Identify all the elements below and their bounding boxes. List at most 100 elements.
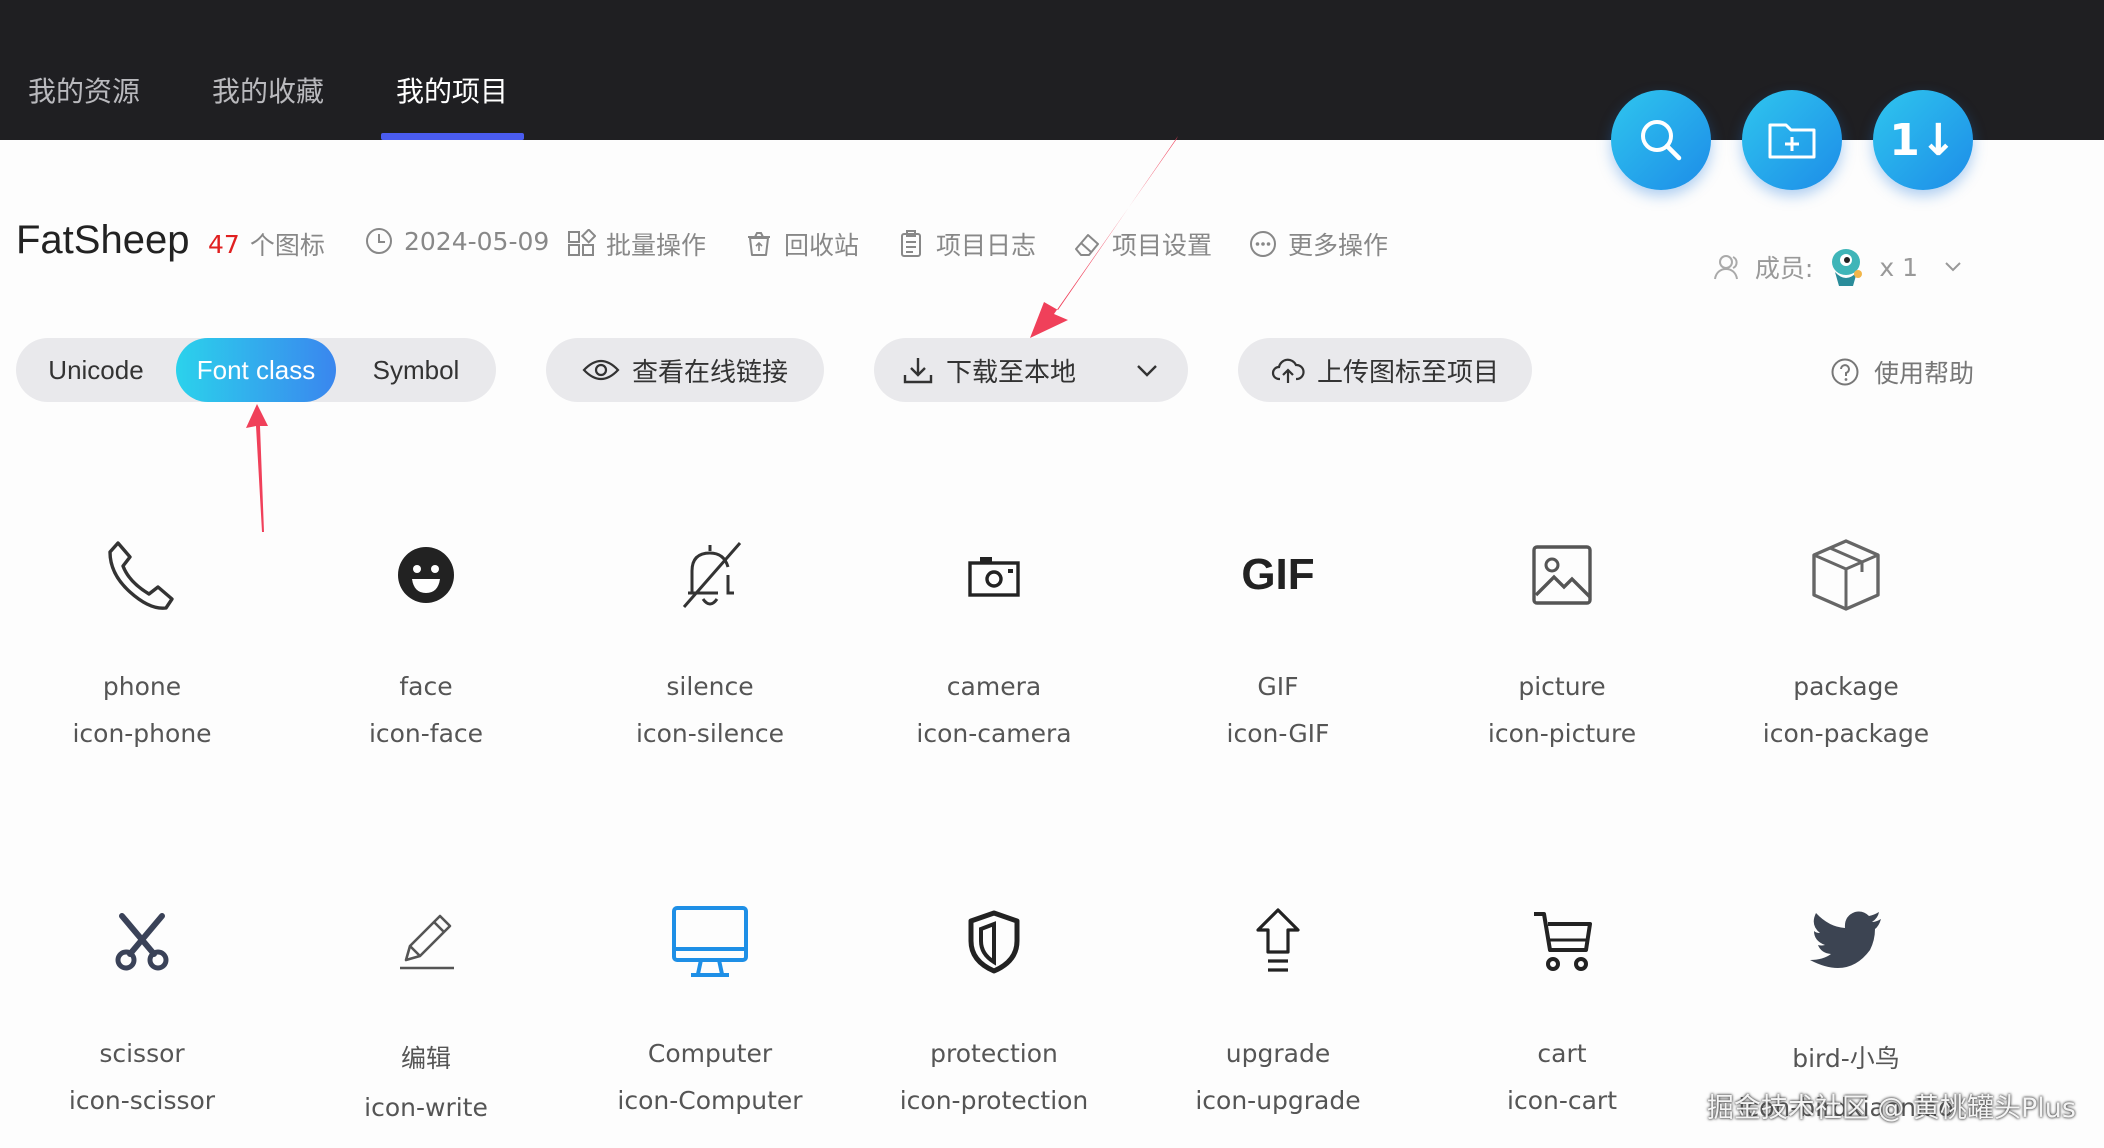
icon-card-silence[interactable]: silence icon-silence <box>568 530 852 748</box>
icon-card-face[interactable]: face icon-face <box>284 530 568 748</box>
more-actions-link[interactable]: 更多操作 <box>1248 226 1388 262</box>
new-project-button[interactable] <box>1742 90 1842 190</box>
scissor-icon <box>115 913 169 971</box>
download-local-label: 下载至本地 <box>945 357 1076 388</box>
tab-my-projects[interactable]: 我的项目 <box>396 70 508 110</box>
project-date: 2024-05-09 <box>364 226 549 256</box>
icon-name: picture <box>1518 672 1606 701</box>
eraser-icon <box>1075 234 1099 256</box>
icon-class: icon-Computer <box>617 1086 803 1115</box>
annotation-arrow-font-class <box>246 404 268 532</box>
view-online-links-button[interactable]: 查看在线链接 <box>546 338 824 402</box>
icon-card-picture[interactable]: picture icon-picture <box>1420 530 1704 748</box>
segment-font-class[interactable]: Font class <box>176 338 336 402</box>
grid-icon <box>568 229 596 256</box>
members-label: 成员: <box>1754 254 1814 283</box>
chevron-down-icon[interactable] <box>1942 256 1964 278</box>
project-title: FatSheep <box>16 218 190 262</box>
icon-card-scissor[interactable]: scissor icon-scissor <box>0 897 284 1115</box>
trash-icon <box>748 232 770 256</box>
recycle-bin-label: 回收站 <box>784 231 860 260</box>
icon-name: bird-小鸟 <box>1792 1044 1900 1073</box>
clipboard-icon <box>901 230 921 257</box>
project-settings-link[interactable]: 项目设置 <box>1072 226 1212 262</box>
icon-count-number: 47 <box>208 229 240 259</box>
icon-name: camera <box>946 672 1042 701</box>
icon-class: icon-silence <box>635 719 785 748</box>
icon-card-cart[interactable]: cart icon-cart <box>1420 897 1704 1115</box>
upload-icons-label: 上传图标至项目 <box>1316 357 1499 388</box>
download-icon <box>903 358 933 384</box>
icon-class: icon-protection <box>899 1086 1089 1115</box>
face-icon <box>398 547 454 603</box>
search-icon <box>1641 120 1682 161</box>
bird-icon <box>1810 911 1881 968</box>
icon-card-phone[interactable]: phone icon-phone <box>0 530 284 748</box>
tab-my-favorites[interactable]: 我的收藏 <box>212 70 324 110</box>
sort-button[interactable]: 1↓ <box>1873 90 1973 190</box>
icon-card-upgrade[interactable]: upgrade icon-upgrade <box>1136 897 1420 1115</box>
icon-class: icon-package <box>1762 719 1930 748</box>
icon-card-camera[interactable]: camera icon-camera <box>852 530 1136 748</box>
icon-name: phone <box>102 672 182 701</box>
icon-name: scissor <box>99 1039 185 1068</box>
avatar[interactable] <box>1825 244 1867 290</box>
camera-icon <box>968 557 1020 597</box>
icon-class: icon-scissor <box>68 1086 216 1115</box>
package-icon <box>1812 539 1880 611</box>
phone-icon <box>108 541 174 610</box>
icon-count: 47 个图标 <box>208 226 325 262</box>
tab-my-resources[interactable]: 我的资源 <box>28 70 140 110</box>
icon-class: icon-camera <box>916 719 1072 748</box>
icon-name: 编辑 <box>400 1044 451 1073</box>
project-log-label: 项目日志 <box>936 231 1037 260</box>
icon-name: silence <box>666 672 754 701</box>
code-format-switch: Unicode Font class Symbol <box>16 338 496 402</box>
project-log-link[interactable]: 项目日志 <box>896 226 1036 262</box>
cart-icon <box>1534 912 1592 971</box>
monitor-icon <box>672 906 748 977</box>
icon-count-suffix: 个图标 <box>249 231 325 260</box>
shield-icon <box>968 910 1020 974</box>
recycle-bin-link[interactable]: 回收站 <box>744 226 859 262</box>
icon-card-protection[interactable]: protection icon-protection <box>852 897 1136 1115</box>
search-button[interactable] <box>1611 90 1711 190</box>
upload-icons-button[interactable]: 上传图标至项目 <box>1238 338 1532 402</box>
pencil-icon <box>400 914 454 970</box>
icon-name: package <box>1793 672 1899 701</box>
sort-icon: 1↓ <box>1889 114 1957 166</box>
segment-symbol[interactable]: Symbol <box>336 338 496 402</box>
members-count: x 1 <box>1879 252 1918 282</box>
chevron-down-icon[interactable] <box>1134 359 1160 381</box>
icon-name: GIF <box>1257 672 1299 701</box>
eye-icon <box>582 359 620 381</box>
segment-unicode[interactable]: Unicode <box>16 338 176 402</box>
help-link[interactable]: 使用帮助 <box>1830 354 1974 390</box>
more-icon <box>1250 231 1276 257</box>
icon-class: icon-phone <box>72 719 212 748</box>
active-tab-indicator <box>381 133 524 140</box>
batch-operation-label: 批量操作 <box>606 231 707 260</box>
watermark: 掘金技术社区 @ 黄桃罐头Plus <box>1706 1093 2076 1124</box>
batch-operation-link[interactable]: 批量操作 <box>566 226 706 262</box>
icon-class: icon-write <box>364 1093 488 1122</box>
project-settings-label: 项目设置 <box>1112 231 1213 260</box>
cloud-upload-icon <box>1271 358 1305 383</box>
gif-icon: GIF <box>1241 550 1315 599</box>
icon-card-gif[interactable]: GIF GIF icon-GIF <box>1136 530 1420 748</box>
question-icon <box>1831 358 1859 386</box>
icon-card-package[interactable]: package icon-package <box>1704 530 1988 748</box>
download-local-button[interactable]: 下载至本地 <box>874 338 1188 402</box>
view-online-links-label: 查看在线链接 <box>631 357 788 388</box>
bell-off-icon <box>682 542 742 608</box>
icon-card-computer[interactable]: Computer icon-Computer <box>568 897 852 1115</box>
upgrade-arrow-icon <box>1256 908 1300 972</box>
clock-icon <box>366 228 392 254</box>
picture-icon <box>1532 545 1592 605</box>
icon-name: face <box>399 672 453 701</box>
more-actions-label: 更多操作 <box>1288 231 1389 260</box>
folder-plus-icon <box>1768 123 1816 159</box>
icon-card-write[interactable]: 编辑 icon-write <box>284 897 568 1122</box>
members-info[interactable]: 成员: x 1 <box>1713 244 1964 290</box>
users-icon <box>1713 255 1738 280</box>
